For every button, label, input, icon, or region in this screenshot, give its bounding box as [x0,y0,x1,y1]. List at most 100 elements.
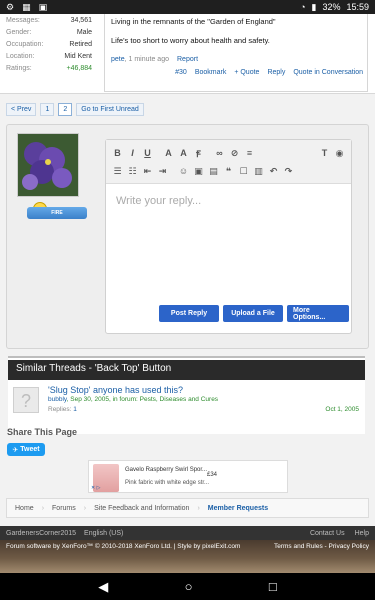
unlink-icon[interactable]: ⊘ [227,146,242,160]
media-icon[interactable]: ▤ [206,164,221,178]
underline-icon[interactable]: U [140,146,155,160]
style-chooser-link[interactable]: GardenersCorner2015 [6,530,76,537]
thread-title-link[interactable]: 'Slug Stop' anyone has used this? [48,385,183,395]
font-family-icon[interactable]: Ꞙ [191,146,206,160]
footer-bar: GardenersCorner2015 English (US) Contact… [0,526,375,540]
link-icon[interactable]: ∞ [212,146,227,160]
numbered-list-icon[interactable]: ☷ [125,164,140,178]
contact-link[interactable]: Contact Us [310,530,345,537]
breadcrumb-home[interactable]: Home [7,505,42,512]
fire-button[interactable]: FIRE [27,207,87,219]
ad-price: £34 [206,472,217,478]
twitter-icon: ✈ [12,446,19,454]
tweet-button[interactable]: ✈ Tweet [7,443,45,456]
wifi-icon: ◔ [300,2,306,12]
bullet-list-icon[interactable]: ☰ [110,164,125,178]
ad-close-icon[interactable]: ✕ ▷ [91,485,100,491]
align-icon[interactable]: ≡ [242,146,257,160]
quick-reply: FIRE B I U A A Ꞙ ∞ ⊘ ≡ T ◉ ☰ ☷ ⇤ ⇥ ☺ ▣ ▤… [6,124,369,349]
quote-insert-icon[interactable]: ❝ [221,164,236,178]
stat-gender: Gender: Male [6,28,92,36]
pagination: < Prev 1 2 Go to First Unread [6,103,144,116]
stat-ratings: Ratings: +46,884 [6,64,92,72]
first-unread-button[interactable]: Go to First Unread [76,103,144,116]
reply-input[interactable]: Write your reply... [116,195,201,207]
image-insert-icon[interactable]: ▣ [191,164,206,178]
outdent-icon[interactable]: ⇤ [140,164,155,178]
more-options-button[interactable]: More Options... [287,305,349,322]
similar-threads-title: Similar Threads - 'Back Top' Button [8,360,365,380]
settings-icon: ⚙ [6,1,15,12]
post-time: , 1 minute ago [124,56,169,63]
calendar-icon: ▦ [22,1,31,12]
user-stats: Messages: 34,561 Gender: Male Occupation: R… [6,14,92,74]
undo-icon[interactable]: ↶ [266,164,281,178]
report-link[interactable]: Report [177,54,198,65]
home-icon[interactable]: ○ [185,579,193,594]
language-link[interactable]: English (US) [84,530,123,537]
battery-icon: ▮ [311,1,317,12]
similar-threads: Similar Threads - 'Back Top' Button ? 'S… [8,356,365,434]
post-number[interactable]: #30 [175,67,187,78]
share-title: Share This Page [7,427,78,437]
thread-avatar[interactable]: ? [13,387,39,413]
android-nav-bar: ◀ ○ □ [0,573,375,600]
upload-file-button[interactable]: Upload a File [223,305,283,322]
toggle-bbcode-icon[interactable]: ◉ [332,146,347,160]
thread-info: bubbly, Sep 30, 2005, in forum: Pests, D… [48,396,219,403]
redo-icon[interactable]: ↷ [281,164,296,178]
footer-legal: Forum software by XenForo™ © 2010-2018 X… [0,540,375,573]
editor-toolbar: B I U A A Ꞙ ∞ ⊘ ≡ T ◉ ☰ ☷ ⇤ ⇥ ☺ ▣ ▤ ❝ ☐ … [106,140,351,184]
image-icon: ▣ [38,1,48,12]
remove-format-icon[interactable]: T [317,146,332,160]
font-color-icon[interactable]: A [161,146,176,160]
privacy-link[interactable]: Privacy Policy [329,543,369,550]
ad-subtitle[interactable]: Pink fabric with white edge str... [125,480,209,486]
bookmark-link[interactable]: Bookmark [195,67,227,78]
recents-icon[interactable]: □ [269,579,277,594]
back-icon[interactable]: ◀ [98,579,108,595]
font-size-icon[interactable]: A [176,146,191,160]
thread-date: Oct 1, 2005 [325,406,359,413]
italic-icon[interactable]: I [125,146,140,160]
ad-title[interactable]: Gavelo Raspberry Swirl Spor... [125,467,207,473]
message: Messages: 34,561 Gender: Male Occupation: R… [0,14,375,94]
breadcrumb-site-feedback[interactable]: Site Feedback and Information [86,505,197,512]
clock: 15:59 [346,2,369,12]
prev-page-button[interactable]: < Prev [6,103,37,116]
page: Messages: 34,561 Gender: Male Occupation: R… [0,14,375,573]
battery-level: 32% [322,2,341,12]
reply-link[interactable]: Reply [267,67,285,78]
breadcrumb-member-requests[interactable]: Member Requests [200,505,276,512]
stat-messages: Messages: 34,561 [6,16,92,24]
author-link[interactable]: pete [111,56,125,63]
bold-icon[interactable]: B [110,146,125,160]
indent-icon[interactable]: ⇥ [155,164,170,178]
breadcrumb: Home › Forums › Site Feedback and Inform… [6,498,369,518]
message-meta: pete, 1 minute ago Report #30 Bookmark +… [111,54,363,78]
stat-location: Location: Mid Kent [6,52,92,60]
signature-line-1: Living in the remnants of the "Garden of… [111,17,276,26]
status-bar: ⚙ ▦ ▣ ◔ ▮ 32% 15:59 [0,0,375,14]
copyright: Forum software by XenForo™ © 2010-2018 X… [6,543,241,550]
signature: Living in the remnants of the "Garden of… [104,14,368,92]
reply-editor[interactable]: B I U A A Ꞙ ∞ ⊘ ≡ T ◉ ☰ ☷ ⇤ ⇥ ☺ ▣ ▤ ❝ ☐ … [105,139,352,334]
quote-conversation-link[interactable]: Quote in Conversation [293,67,363,78]
page-2-button[interactable]: 2 [58,103,73,116]
signature-line-2: Life's too short to worry about health a… [111,36,270,45]
post-reply-button[interactable]: Post Reply [159,305,219,322]
quote-link[interactable]: + Quote [234,67,259,78]
thread-user-link[interactable]: bubbly [48,396,67,403]
avatar[interactable] [17,133,79,197]
terms-link[interactable]: Terms and Rules [274,543,323,550]
save-draft-icon[interactable]: ▥ [251,164,266,178]
breadcrumb-forums[interactable]: Forums [44,505,84,512]
stat-occupation: Occupation: Retired [6,40,92,48]
page-1-button[interactable]: 1 [40,103,55,116]
advertisement[interactable]: Gavelo Raspberry Swirl Spor... Pink fabr… [88,460,288,493]
help-link[interactable]: Help [355,530,369,537]
thread-replies: Replies: 1 [48,406,77,413]
code-icon[interactable]: ☐ [236,164,251,178]
smilie-icon[interactable]: ☺ [176,164,191,178]
list-item[interactable]: ? 'Slug Stop' anyone has used this? bubb… [8,384,365,418]
